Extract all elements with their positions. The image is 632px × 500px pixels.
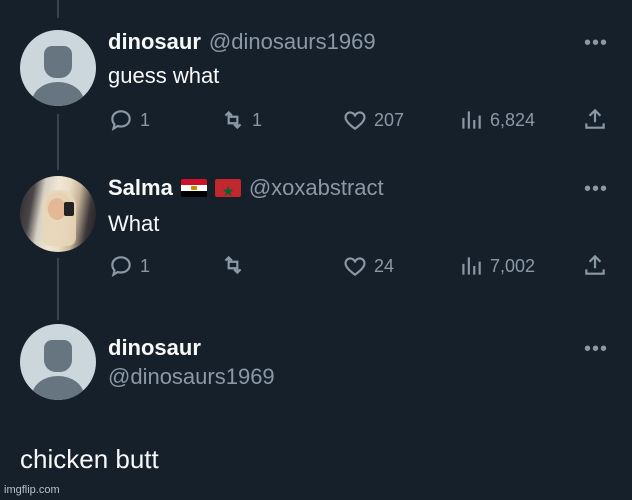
avatar[interactable] <box>20 176 96 252</box>
thread-line <box>57 0 59 18</box>
avatar[interactable] <box>20 324 96 400</box>
heart-icon <box>344 257 366 276</box>
default-avatar-head <box>44 340 72 372</box>
retweet-icon <box>224 255 242 275</box>
tweet-header: dinosaur @dinosaurs1969 <box>108 28 376 56</box>
heart-icon <box>344 111 366 130</box>
more-options-icon[interactable]: ••• <box>584 33 608 53</box>
retweet-icon <box>224 110 242 130</box>
tweet-header: dinosaur <box>108 334 201 362</box>
user-handle[interactable]: @xoxabstract <box>249 174 384 202</box>
egypt-flag-icon <box>180 179 207 197</box>
views-icon <box>462 111 481 129</box>
display-name[interactable]: dinosaur <box>108 334 201 362</box>
share-icon <box>585 108 605 129</box>
views-icon <box>462 257 481 275</box>
like-count: 24 <box>374 256 395 276</box>
retweet-button[interactable]: 1 <box>220 106 262 134</box>
retweet-button[interactable] <box>220 252 252 278</box>
reply-button[interactable]: 1 <box>108 252 150 280</box>
default-avatar-body <box>32 82 84 106</box>
more-options-icon[interactable]: ••• <box>584 179 608 199</box>
reply-count: 1 <box>140 256 151 276</box>
views-button[interactable]: 7,002 <box>458 252 535 280</box>
watermark: imgflip.com <box>4 484 60 496</box>
reply-button[interactable]: 1 <box>108 106 150 134</box>
default-avatar-head <box>44 46 72 78</box>
share-button[interactable] <box>582 106 608 132</box>
more-options-icon[interactable]: ••• <box>584 339 608 359</box>
views-button[interactable]: 6,824 <box>458 106 535 134</box>
retweet-count: 1 <box>252 110 263 130</box>
user-handle[interactable]: @dinosaurs1969 <box>209 28 376 56</box>
like-button[interactable]: 207 <box>342 106 404 134</box>
reply-icon <box>111 110 131 131</box>
thread-line <box>57 114 59 170</box>
tweet-text: What <box>108 211 160 236</box>
share-button[interactable] <box>582 252 608 278</box>
view-count: 6,824 <box>490 110 536 130</box>
like-button[interactable]: 24 <box>342 252 394 280</box>
tweet-text: chicken butt <box>20 444 159 474</box>
morocco-flag-icon <box>214 177 241 205</box>
reply-count: 1 <box>140 110 151 130</box>
default-avatar-body <box>32 376 84 400</box>
reply-icon <box>111 256 131 277</box>
avatar-photo-phone <box>64 202 74 216</box>
thread-line <box>57 258 59 320</box>
tweet-text: guess what <box>108 63 220 88</box>
display-name[interactable]: Salma <box>108 174 173 202</box>
tweet-header: Salma @xoxabstract <box>108 174 384 205</box>
avatar[interactable] <box>20 30 96 106</box>
user-handle[interactable]: @dinosaurs1969 <box>108 364 275 390</box>
view-count: 7,002 <box>490 256 536 276</box>
share-icon <box>585 254 605 275</box>
like-count: 207 <box>374 110 405 130</box>
display-name[interactable]: dinosaur <box>108 28 201 56</box>
